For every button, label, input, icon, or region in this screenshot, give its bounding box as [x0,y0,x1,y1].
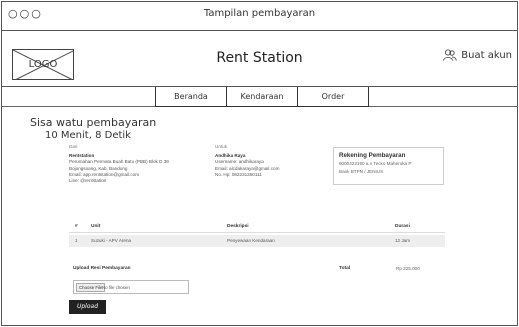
nav-item-order[interactable]: Order [297,87,369,107]
brand-title: Rent Station [216,50,303,66]
file-status: No file chosen [102,285,130,290]
bank-account-card: Rekening Pembayaran 9000422150 a.n Tecko… [333,147,444,185]
bank-account-heading: Rekening Pembayaran [339,152,406,159]
user-icon [443,49,457,61]
create-account-label: Buat akun [461,49,512,61]
row-description: Penyewaan Kendaraan [227,238,275,243]
column-header-unit: Unit [91,224,101,229]
table-header: # Unit Deskripsi Durasi [69,221,445,233]
nav-item-beranda[interactable]: Beranda [155,87,227,107]
window-title: Tampilan pembayaran [203,8,316,19]
row-number: 1 [75,238,78,243]
column-header-description: Deskripsi [227,224,249,229]
nav-item-kendaraan[interactable]: Kendaraan [226,87,298,107]
column-header-number: # [75,224,78,229]
bank-account-number: 9000422150 a.n Tecko Maheroka P [339,161,412,166]
payment-timer-value: 10 Menit, 8 Detik [45,130,131,141]
site-header: LOGO Rent Station Buat akun [1,31,518,87]
to-phone: No. Hp: 082231350111 [215,171,262,177]
row-duration: 12 Jam [395,238,411,243]
from-line: Line: @rentstation [69,178,107,184]
payment-timer-label: Sisa watu pembayaran [30,116,157,129]
total-label: Total [339,266,351,271]
invoice-to: Untuk Andhika Raya Username: andhikaraya… [215,144,279,178]
upload-button[interactable]: Upload [69,300,106,314]
title-bar: ○○○ Tampilan pembayaran [1,1,518,31]
column-header-duration: Durasi [395,224,410,229]
file-input[interactable]: Choose File No file chosen [73,280,189,294]
total-value: Rp 325.000 [396,266,420,271]
create-account-link[interactable]: Buat akun [443,49,512,61]
to-email: Email: alcdakaraya@gmail.com [215,165,280,171]
main-nav: Beranda Kendaraan Order [155,87,369,107]
upload-receipt-label: Upload Resi Pembayaran [73,266,131,271]
table-row: 1 Suzuki - APV Arena Penyewaan Kendaraan… [69,235,445,247]
invoice-from: Dari Rentstation Perumahan Permata Buah … [69,144,169,184]
to-label: Untuk [215,144,228,149]
invoice-panel: Dari Rentstation Perumahan Permata Buah … [69,142,445,317]
from-label: Dari [69,144,78,149]
from-address-1: Perumahan Permata Buah Batu (PBB) Blok D… [69,159,169,165]
bank-name: Bank BTPN / JENIUS [339,169,384,175]
row-unit: Suzuki - APV Arena [91,238,132,243]
